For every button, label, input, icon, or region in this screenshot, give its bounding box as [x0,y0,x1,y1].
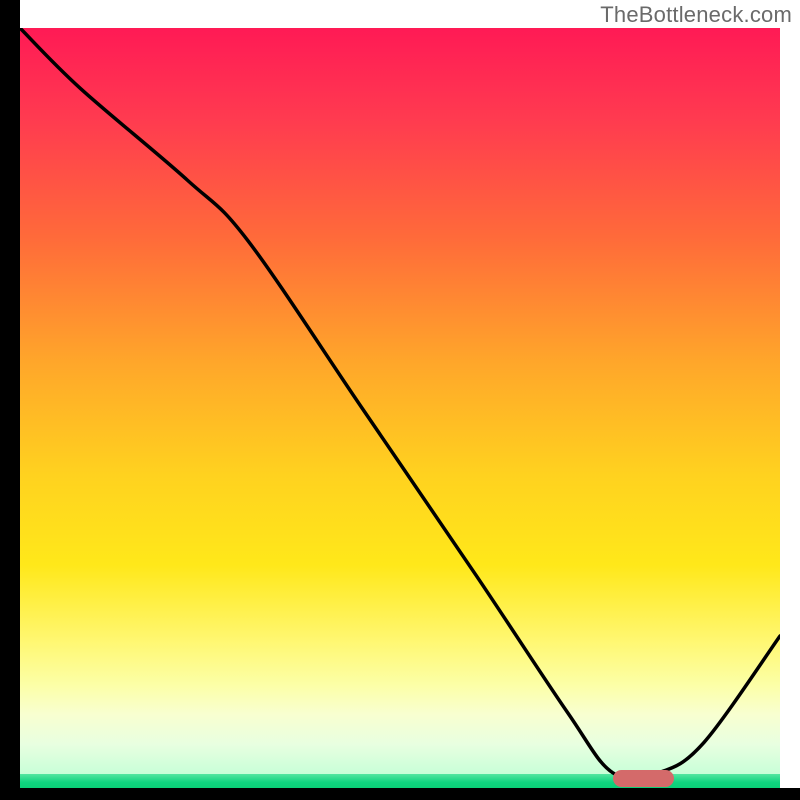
x-axis-bar [0,788,800,800]
optimal-range-marker [613,770,674,787]
bottleneck-curve [20,28,780,788]
chart-container: TheBottleneck.com [0,0,800,800]
plot-area [20,28,780,788]
watermark-text: TheBottleneck.com [600,2,792,28]
y-axis-bar [0,0,20,800]
